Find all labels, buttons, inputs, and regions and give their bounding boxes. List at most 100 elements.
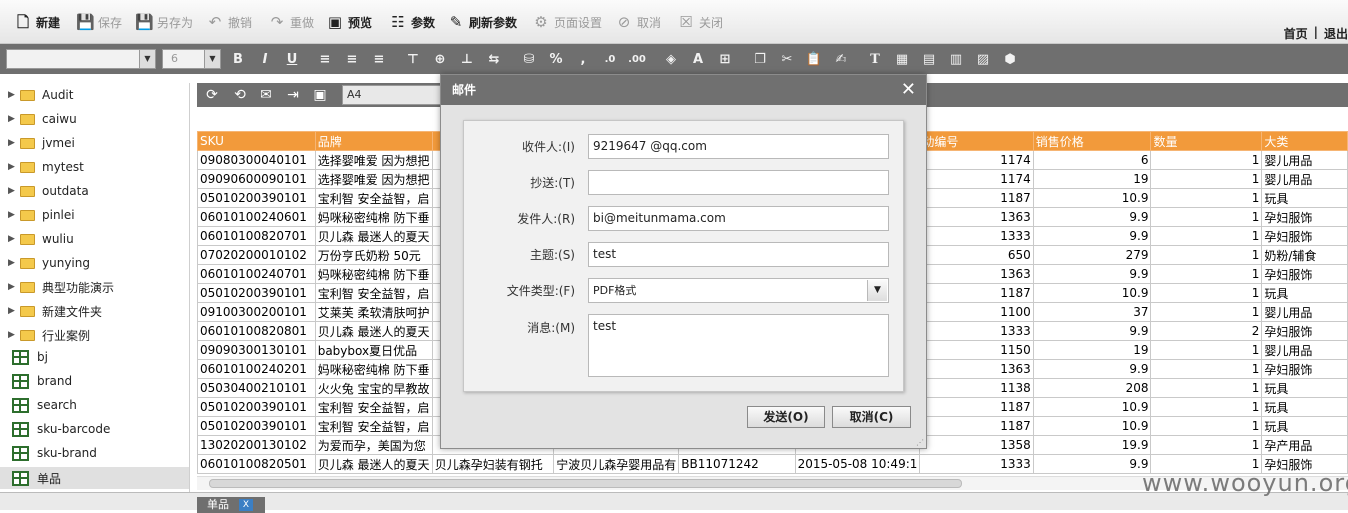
table-cell[interactable]: 玩具 — [1261, 283, 1348, 303]
table-cell[interactable]: 650 — [919, 245, 1034, 265]
table-cell[interactable]: 05010200390101 — [197, 416, 316, 436]
decrease-decimal-icon[interactable]: .00 — [628, 51, 646, 68]
table-cell[interactable]: 10.9 — [1032, 416, 1152, 436]
expand-arrow-icon[interactable]: ▶ — [8, 162, 20, 172]
export-icon[interactable]: ⟲ — [231, 86, 249, 104]
table-cell[interactable]: 1187 — [919, 416, 1034, 436]
table-cell[interactable]: 1 — [1150, 397, 1263, 417]
table-cell[interactable]: 1 — [1150, 207, 1263, 227]
table-cell[interactable]: 婴儿用品 — [1261, 169, 1348, 189]
table-cell[interactable]: 9.9 — [1032, 454, 1152, 474]
table-cell[interactable]: 06010100240601 — [197, 207, 316, 227]
table-cell[interactable]: 13020200130102 — [197, 435, 316, 455]
table-cell[interactable]: 1100 — [919, 302, 1034, 322]
table-cell[interactable]: 1 — [1150, 283, 1263, 303]
expand-arrow-icon[interactable]: ▶ — [8, 114, 20, 124]
table-cell[interactable]: 19 — [1032, 169, 1152, 189]
new-button[interactable]: 🗋 新建 — [14, 11, 60, 33]
table-cell[interactable]: 1358 — [919, 435, 1034, 455]
table-cell[interactable]: 孕妇服饰 — [1261, 207, 1348, 227]
sidebar-folder[interactable]: ▶ caiwu — [8, 109, 77, 129]
table-cell[interactable]: 1333 — [919, 454, 1034, 474]
table-cell[interactable]: 06010100820701 — [197, 226, 316, 246]
table-cell[interactable]: 1333 — [919, 321, 1034, 341]
table-cell[interactable]: 10.9 — [1032, 397, 1152, 417]
align-left-icon[interactable]: ≡ — [316, 51, 334, 68]
table-cell[interactable]: 208 — [1032, 378, 1152, 398]
expand-arrow-icon[interactable]: ▶ — [8, 330, 20, 340]
page-setup-button[interactable]: ⚙ 页面设置 — [532, 11, 602, 33]
valign-middle-icon[interactable]: ⊕ — [431, 51, 449, 68]
table-cell[interactable]: 奶粉/辅食 — [1261, 245, 1348, 265]
expand-arrow-icon[interactable]: ▶ — [8, 258, 20, 268]
message-field[interactable]: test — [588, 314, 889, 377]
table-cell[interactable]: 1 — [1150, 169, 1263, 189]
table-cell[interactable]: 宝利智 安全益智，启 — [314, 283, 433, 303]
currency-icon[interactable]: ⛁ — [520, 51, 538, 68]
font-color-icon[interactable]: A — [689, 51, 707, 68]
cut-icon[interactable]: ✂ — [778, 51, 796, 68]
save-as-button[interactable]: 💾 另存为 — [135, 11, 193, 33]
table-cell[interactable]: 07020200010102 — [197, 245, 316, 265]
table-cell[interactable]: BB11071242 — [678, 454, 796, 474]
expand-arrow-icon[interactable]: ▶ — [8, 138, 20, 148]
expand-arrow-icon[interactable]: ▶ — [8, 210, 20, 220]
table-cell[interactable]: 10.9 — [1032, 283, 1152, 303]
table-cell[interactable]: 1 — [1150, 264, 1263, 284]
sidebar-report[interactable]: brand — [0, 371, 189, 391]
sidebar-folder[interactable]: ▶ 新建文件夹 — [8, 301, 102, 321]
table-cell[interactable]: 1 — [1150, 150, 1263, 170]
redo-button[interactable]: ↷ 重做 — [268, 11, 314, 33]
table-cell[interactable]: 1 — [1150, 226, 1263, 246]
table-cell[interactable]: 婴儿用品 — [1261, 302, 1348, 322]
grid-icon[interactable]: ▤ — [920, 51, 938, 68]
mail-icon[interactable]: ✉ — [257, 86, 275, 104]
refresh-params-button[interactable]: ✎ 刷新参数 — [447, 11, 517, 33]
table-cell[interactable]: 火火兔 宝宝的早教故 — [314, 378, 433, 398]
chart-icon[interactable]: ▥ — [947, 51, 965, 68]
table-cell[interactable]: 6 — [1032, 150, 1152, 170]
export-file-icon[interactable]: ⇥ — [284, 86, 302, 104]
resize-grip-icon[interactable]: ⋰ — [916, 438, 924, 447]
preview-button[interactable]: ▣ 预览 — [326, 11, 372, 33]
font-size-select[interactable]: 6 ▼ — [162, 49, 221, 69]
table-cell[interactable]: 05010200390101 — [197, 188, 316, 208]
scrollbar-thumb[interactable] — [209, 479, 962, 488]
text-icon[interactable]: T — [866, 51, 884, 68]
expand-arrow-icon[interactable]: ▶ — [8, 282, 20, 292]
valign-bottom-icon[interactable]: ⊥ — [458, 51, 476, 68]
table-cell[interactable]: 万份亨氏奶粉 50元 — [314, 245, 433, 265]
sidebar-report[interactable]: bj — [0, 347, 189, 367]
table-cell[interactable]: 19.9 — [1032, 435, 1152, 455]
refresh-icon[interactable]: ⟳ — [203, 86, 221, 104]
table-cell[interactable]: 06010100240201 — [197, 359, 316, 379]
table-cell[interactable]: 09090300130101 — [197, 340, 316, 360]
table-cell[interactable]: 9.9 — [1032, 226, 1152, 246]
cancel-button[interactable]: 取消(C) — [832, 406, 911, 428]
expand-arrow-icon[interactable]: ▶ — [8, 234, 20, 244]
table-cell[interactable]: 09080300040101 — [197, 150, 316, 170]
table-cell[interactable]: 婴儿用品 — [1261, 150, 1348, 170]
align-center-icon[interactable]: ≡ — [343, 51, 361, 68]
sidebar-folder[interactable]: ▶ yunying — [8, 253, 90, 273]
sidebar-report[interactable]: sku-brand — [0, 443, 189, 463]
table-cell[interactable]: 选择婴唯爱 因为想把 — [314, 150, 433, 170]
table-cell[interactable]: 宝利智 安全益智，启 — [314, 188, 433, 208]
table-cell[interactable]: 孕产用品 — [1261, 435, 1348, 455]
table-cell[interactable]: 1363 — [919, 207, 1034, 227]
table-cell[interactable]: 09090600090101 — [197, 169, 316, 189]
table-cell[interactable]: 1174 — [919, 169, 1034, 189]
table-cell[interactable]: 艾莱芙 柔软清肤呵护 — [314, 302, 433, 322]
align-right-icon[interactable]: ≡ — [370, 51, 388, 68]
table-cell[interactable]: 1 — [1150, 302, 1263, 322]
close-toolbar-button[interactable]: ☒ 关闭 — [677, 11, 723, 33]
table-cell[interactable]: 选择婴唯爱 因为想把 — [314, 169, 433, 189]
sidebar-folder[interactable]: ▶ mytest — [8, 157, 84, 177]
table-cell[interactable]: 孕妇服饰 — [1261, 321, 1348, 341]
table-cell[interactable]: 9.9 — [1032, 264, 1152, 284]
table-cell[interactable]: 孕妇服饰 — [1261, 359, 1348, 379]
sidebar-report[interactable]: 单品 — [0, 467, 189, 489]
table-cell[interactable]: 05010200390101 — [197, 397, 316, 417]
table-cell[interactable]: 玩具 — [1261, 397, 1348, 417]
logout-link[interactable]: 退出 — [1324, 25, 1348, 42]
